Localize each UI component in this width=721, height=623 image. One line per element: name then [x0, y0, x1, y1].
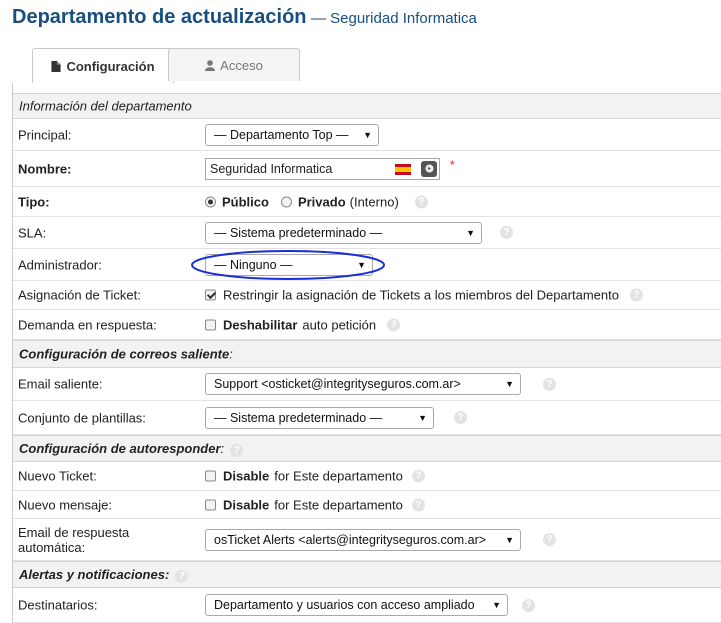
field-label: Nombre:	[18, 161, 72, 176]
destinatarios-select[interactable]: Departamento y usuarios con acceso ampli…	[205, 594, 508, 616]
help-icon[interactable]: ?	[500, 226, 513, 239]
tab-configuracion[interactable]: Configuración	[32, 48, 174, 83]
spain-flag-icon[interactable]	[395, 163, 411, 175]
help-icon[interactable]: ?	[629, 288, 643, 302]
section-title: Configuración de correos saliente:	[19, 346, 233, 362]
nuevo-mensaje-checkbox[interactable]	[205, 499, 216, 510]
field-label: Nuevo Ticket:	[18, 468, 97, 484]
row-destinatarios: Destinatarios: Departamento y usuarios c…	[13, 588, 721, 623]
row-sla: SLA: — Sistema predeterminado — ▼ ?	[13, 217, 721, 249]
chevron-down-icon: ▼	[363, 129, 372, 140]
plantillas-select[interactable]: — Sistema predeterminado — ▼	[205, 406, 434, 429]
field-label: Conjunto de plantillas:	[18, 410, 146, 425]
help-icon[interactable]: ?	[411, 498, 425, 511]
field-label: SLA:	[18, 225, 47, 240]
chevron-down-icon: ▼	[357, 259, 366, 270]
radio-label: Privado	[297, 194, 346, 209]
section-info: Información del departamento	[13, 93, 721, 119]
row-nombre: Nombre: Seguridad Informatica *	[13, 151, 721, 187]
row-nuevo-ticket: Nuevo Ticket: Disable for Este departame…	[13, 462, 721, 491]
nombre-input[interactable]: Seguridad Informatica	[205, 157, 440, 180]
chevron-down-icon: ▼	[505, 379, 514, 389]
radio-note: (Interno)	[349, 194, 399, 209]
tipo-privado-radio[interactable]	[280, 196, 292, 207]
help-icon[interactable]: ?	[411, 469, 425, 483]
select-value: — Departamento Top —	[214, 127, 349, 142]
help-icon[interactable]: ?	[454, 411, 467, 424]
field-label: Destinatarios:	[18, 597, 98, 613]
help-icon[interactable]: ?	[230, 443, 244, 457]
tab-bar: Configuración Acceso	[12, 48, 721, 84]
row-tipo: Tipo: Público Privado (Interno) ?	[13, 187, 721, 217]
field-label: Demanda en respuesta:	[18, 317, 157, 332]
field-label: Email saliente:	[18, 376, 103, 392]
email-saliente-select[interactable]: Support <osticket@integrityseguros.com.a…	[205, 373, 521, 395]
field-label: Tipo:	[18, 194, 50, 209]
checkbox-label-bold: Disable	[223, 468, 270, 484]
row-demanda: Demanda en respuesta: Deshabilitar auto …	[13, 310, 721, 340]
file-icon	[51, 60, 62, 72]
select-value: Departamento y usuarios con acceso ampli…	[214, 598, 475, 612]
checkbox-label: for Este departamento	[274, 497, 403, 512]
principal-select[interactable]: — Departamento Top — ▼	[205, 123, 379, 146]
section-mail: Configuración de correos saliente:	[13, 340, 721, 368]
tab-label: Configuración	[66, 58, 155, 74]
field-label: Asignación de Ticket:	[18, 287, 141, 303]
section-alerts: Alertas y notificaciones:?	[13, 561, 721, 588]
section-title: Configuración de autoresponder:?	[19, 441, 244, 457]
select-value: — Sistema predeterminado —	[214, 225, 383, 240]
select-value: — Ninguno —	[214, 257, 293, 272]
required-marker: *	[450, 157, 455, 172]
chevron-down-icon: ▼	[492, 600, 501, 610]
input-value: Seguridad Informatica	[210, 161, 333, 176]
field-label: Nuevo mensaje:	[18, 497, 112, 512]
chevron-down-icon: ▼	[466, 227, 475, 238]
checkbox-label: for Este departamento	[274, 468, 403, 484]
page-subtitle: — Seguridad Informatica	[310, 10, 477, 27]
row-email-saliente: Email saliente: Support <osticket@integr…	[13, 368, 721, 401]
field-label: Email de respuesta automática:	[18, 524, 130, 555]
row-plantillas: Conjunto de plantillas: — Sistema predet…	[13, 401, 721, 435]
nuevo-ticket-checkbox[interactable]	[205, 470, 216, 482]
row-email-respuesta: Email de respuesta automática: osTicket …	[13, 519, 721, 561]
field-label: Principal:	[18, 127, 72, 142]
language-picker-icon[interactable]	[421, 160, 437, 177]
email-respuesta-select[interactable]: osTicket Alerts <alerts@integrityseguros…	[205, 528, 521, 551]
field-label: Administrador:	[18, 257, 102, 272]
section-title: Alertas y notificaciones:?	[19, 567, 189, 583]
page-header: Departamento de actualización — Segurida…	[12, 6, 477, 36]
help-icon[interactable]: ?	[387, 318, 401, 331]
radio-label: Público	[222, 194, 269, 209]
demanda-checkbox[interactable]	[205, 319, 216, 330]
chevron-down-icon: ▼	[418, 412, 427, 423]
row-administrador: Administrador: — Ninguno — ▼	[13, 249, 721, 281]
tab-acceso[interactable]: Acceso	[168, 48, 300, 81]
row-principal: Principal: — Departamento Top — ▼	[13, 119, 721, 151]
asignacion-checkbox[interactable]	[205, 289, 216, 301]
help-icon[interactable]: ?	[175, 569, 189, 583]
tab-label: Acceso	[220, 57, 263, 73]
row-asignacion: Asignación de Ticket: Restringir la asig…	[13, 281, 721, 310]
checkbox-label: Restringir la asignación de Tickets a lo…	[223, 287, 619, 303]
select-value: — Sistema predeterminado —	[214, 410, 383, 425]
user-icon	[205, 59, 216, 71]
help-icon[interactable]: ?	[543, 377, 556, 391]
chevron-down-icon: ▼	[505, 534, 514, 545]
section-title: Información del departamento	[19, 98, 192, 114]
help-icon[interactable]: ?	[522, 598, 535, 612]
checkbox-label: auto petición	[302, 317, 377, 332]
tipo-publico-radio[interactable]	[205, 196, 216, 207]
sla-select[interactable]: — Sistema predeterminado — ▼	[205, 221, 482, 244]
checkbox-label-bold: Deshabilitar	[223, 317, 298, 332]
help-icon[interactable]: ?	[414, 195, 428, 208]
help-icon[interactable]: ?	[543, 533, 556, 546]
administrador-select[interactable]: — Ninguno — ▼	[205, 253, 373, 276]
form-panel: Información del departamento Principal: …	[12, 83, 721, 623]
section-autoresponder: Configuración de autoresponder:?	[13, 435, 721, 462]
select-value: Support <osticket@integrityseguros.com.a…	[214, 377, 461, 391]
select-value: osTicket Alerts <alerts@integrityseguros…	[214, 532, 487, 547]
row-nuevo-mensaje: Nuevo mensaje: Disable for Este departam…	[13, 491, 721, 519]
page-title: Departamento de actualización	[12, 6, 307, 28]
checkbox-label-bold: Disable	[223, 497, 270, 512]
